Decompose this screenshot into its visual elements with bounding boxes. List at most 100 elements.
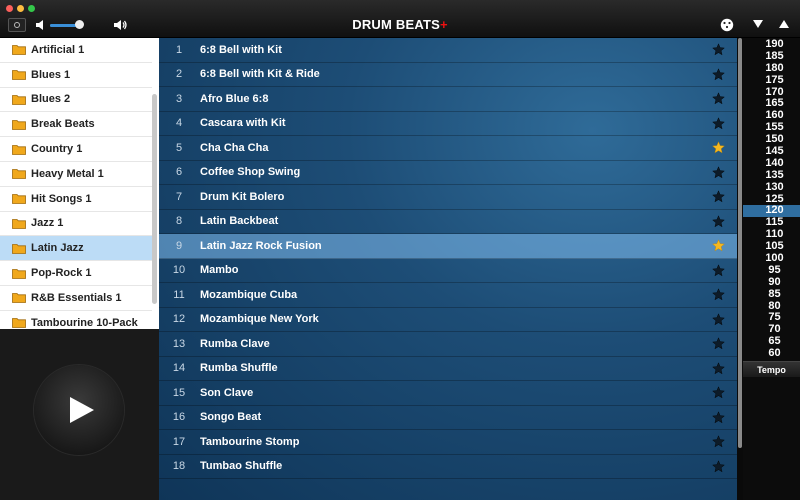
beat-number: 13 [172,337,186,350]
category-item[interactable]: Break Beats [0,112,152,138]
category-item[interactable]: Blues 1 [0,63,152,88]
tempo-value[interactable]: 85 [743,288,800,301]
star-icon[interactable] [712,386,725,399]
folder-icon [12,318,26,329]
beat-number: 12 [172,313,186,326]
category-item[interactable]: Pop-Rock 1 [0,261,152,286]
folder-icon [12,144,26,155]
folder-icon [12,169,26,180]
tempo-value[interactable]: 185 [743,50,800,63]
category-label: R&B Essentials 1 [31,291,122,304]
beat-row[interactable]: 3 Afro Blue 6:8 [159,87,737,112]
star-icon[interactable] [712,264,725,277]
tempo-panel: 190 185 180 175 170 165 160 155 150 145 140 135 130 1… [743,38,800,500]
tempo-value[interactable]: 90 [743,276,800,289]
beat-row[interactable]: 12 Mozambique New York [159,308,737,332]
beat-row[interactable]: 13 Rumba Clave [159,332,737,357]
star-icon[interactable] [712,68,725,81]
app-title: DRUM BEATS+ [0,17,800,32]
category-label: Pop-Rock 1 [31,267,92,280]
tempo-value[interactable]: 130 [743,181,800,194]
star-icon[interactable] [712,239,725,252]
star-icon[interactable] [712,141,725,154]
star-icon[interactable] [712,117,725,130]
folder-icon [12,268,26,279]
beat-row[interactable]: 15 Son Clave [159,381,737,406]
folder-icon [12,119,26,130]
star-icon[interactable] [712,460,725,473]
minimize-window-button[interactable] [17,5,24,12]
folder-icon [12,219,26,229]
beat-row[interactable]: 10 Mambo [159,259,737,283]
category-item[interactable]: Jazz 1 [0,212,152,237]
beat-row[interactable]: 1 6:8 Bell with Kit [159,38,737,63]
beat-name: Tumbao Shuffle [200,460,283,473]
star-icon[interactable] [712,215,725,228]
tempo-value[interactable]: 175 [743,74,800,87]
beat-list-scroll-thumb[interactable] [738,38,742,448]
beat-row[interactable]: 16 Songo Beat [159,406,737,430]
beat-row[interactable]: 6 Coffee Shop Swing [159,161,737,185]
category-item[interactable]: Artificial 1 [0,38,152,63]
category-label: Hit Songs 1 [31,192,92,205]
beat-row[interactable]: 8 Latin Backbeat [159,210,737,234]
beat-number: 14 [172,362,186,375]
beat-name: Afro Blue 6:8 [200,92,269,105]
beat-name: Cha Cha Cha [200,141,269,154]
play-button[interactable] [34,365,124,455]
category-item[interactable]: Blues 2 [0,88,152,113]
beat-name: Drum Kit Bolero [200,190,285,203]
category-scrollbar[interactable] [152,94,157,304]
beat-row[interactable]: 5 Cha Cha Cha [159,136,737,161]
arrow-down-icon[interactable] [753,20,763,28]
beat-name: 6:8 Bell with Kit & Ride [200,68,320,81]
category-item[interactable]: Tambourine 10-Pack [0,311,152,329]
beat-name: Coffee Shop Swing [200,166,301,179]
category-item[interactable]: Latin Jazz [0,236,152,262]
star-icon[interactable] [712,435,725,448]
category-item[interactable]: Heavy Metal 1 [0,162,152,187]
beat-row[interactable]: 7 Drum Kit Bolero [159,185,737,210]
tempo-value[interactable]: 180 [743,62,800,75]
category-item[interactable]: R&B Essentials 1 [0,286,152,311]
maximize-window-button[interactable] [28,5,35,12]
dice-icon[interactable] [720,18,734,32]
category-item[interactable]: Hit Songs 1 [0,187,152,212]
beat-number: 18 [172,460,186,473]
category-item[interactable]: Country 1 [0,137,152,162]
close-window-button[interactable] [6,5,13,12]
title-bar: DRUM BEATS+ [0,0,800,38]
beat-number: 8 [175,215,183,228]
category-label: Jazz 1 [31,217,64,230]
folder-icon [12,243,26,254]
category-label: Heavy Metal 1 [31,167,104,180]
app-title-text: DRUM BEATS [352,17,440,32]
play-icon [70,397,94,423]
star-icon[interactable] [712,337,725,350]
folder-icon [12,70,26,81]
beat-row[interactable]: 9 Latin Jazz Rock Fusion [159,234,737,259]
tempo-value[interactable]: 135 [743,169,800,182]
star-icon[interactable] [712,288,725,301]
tempo-value[interactable]: 140 [743,157,800,170]
beat-name: Latin Jazz Rock Fusion [200,239,322,252]
beat-row[interactable]: 11 Mozambique Cuba [159,283,737,308]
star-icon[interactable] [712,313,725,326]
star-icon[interactable] [712,166,725,179]
star-icon[interactable] [712,92,725,105]
beat-row[interactable]: 17 Tambourine Stomp [159,430,737,455]
arrow-up-icon[interactable] [779,20,789,28]
tempo-value[interactable]: 60 [743,347,800,360]
star-icon[interactable] [712,362,725,375]
beat-list: 1 6:8 Bell with Kit 2 6:8 Bell with Kit & R… [159,38,737,500]
beat-name: Mambo [200,264,239,277]
star-icon[interactable] [712,190,725,203]
beat-name: Latin Backbeat [200,215,279,228]
star-icon[interactable] [712,43,725,56]
beat-row[interactable]: 2 6:8 Bell with Kit & Ride [159,63,737,87]
beat-row[interactable]: 4 Cascara with Kit [159,112,737,136]
star-icon[interactable] [712,411,725,424]
beat-row[interactable]: 14 Rumba Shuffle [159,357,737,381]
app-title-mark: + [439,17,448,32]
beat-row[interactable]: 18 Tumbao Shuffle [159,455,737,479]
